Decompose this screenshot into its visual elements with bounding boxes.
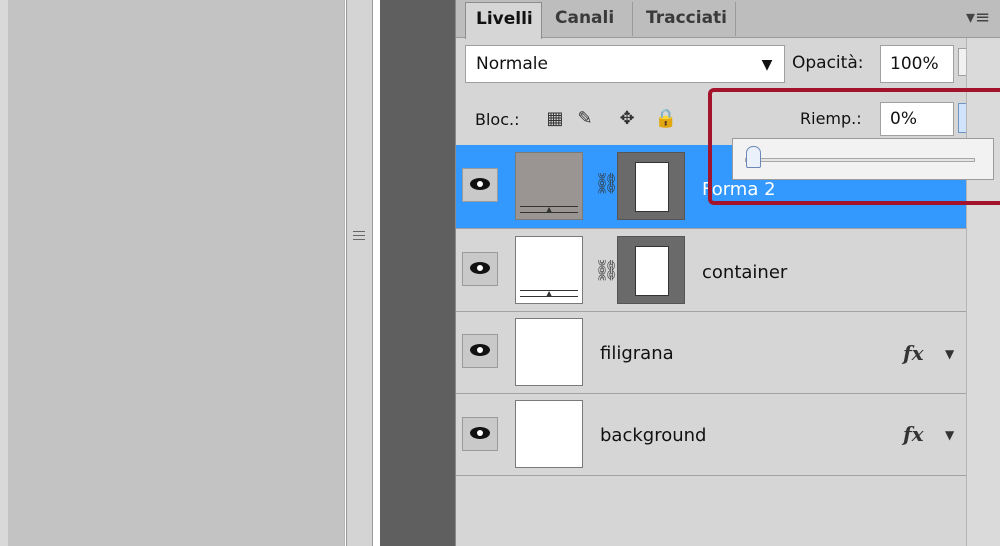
visibility-eye-icon[interactable] [462,334,498,368]
effects-fx-icon[interactable]: fx [903,420,935,448]
lock-position-icon[interactable]: ✥ [615,107,639,131]
link-icon[interactable]: ⛓ [594,168,619,198]
layer-thumbnail [515,400,583,468]
chevron-down-icon[interactable]: ▼ [945,340,961,368]
layer-name[interactable]: filigrana [600,340,674,368]
chevron-down-icon[interactable]: ▼ [945,421,961,449]
visibility-eye-icon[interactable] [462,417,498,451]
dock-gutter [380,0,455,546]
visibility-eye-icon[interactable] [462,252,498,286]
blend-mode-select[interactable]: Normale [465,45,785,83]
effects-fx-icon[interactable]: fx [903,339,935,367]
canvas-area [0,0,345,546]
visibility-eye-icon[interactable] [462,168,498,202]
lock-all-icon[interactable]: 🔒 [654,107,678,131]
canvas-edge [0,0,8,546]
vector-mask-thumbnail [617,152,685,220]
vector-mask-thumbnail [617,236,685,304]
annotation-highlight-box [708,88,1000,205]
tab-layers[interactable]: Livelli [465,2,542,39]
panel-menu-icon[interactable]: ▾≡ [963,4,993,32]
tab-paths[interactable]: Tracciati [636,2,736,36]
lock-label: Bloc.: [475,110,520,129]
layer-name[interactable]: background [600,422,706,450]
lock-transparent-pixels-icon[interactable]: ▦ [543,107,567,131]
chevron-down-icon[interactable]: ▼ [758,56,776,74]
opacity-field[interactable]: 100% [880,45,954,83]
layer-thumbnail [515,318,583,386]
layer-thumbnail: ▲ [515,152,583,220]
panel-splitter[interactable] [346,0,373,546]
grip-icon[interactable] [353,228,365,242]
tab-channels[interactable]: Canali [545,2,633,36]
layer-thumbnail: ▲ [515,236,583,304]
lock-image-pixels-icon[interactable]: ✎ [573,107,597,131]
link-icon[interactable]: ⛓ [594,255,619,285]
opacity-label: Opacità: [792,53,864,73]
separator [373,0,380,546]
panel-empty-area [456,476,966,546]
layer-name[interactable]: container [702,259,787,287]
